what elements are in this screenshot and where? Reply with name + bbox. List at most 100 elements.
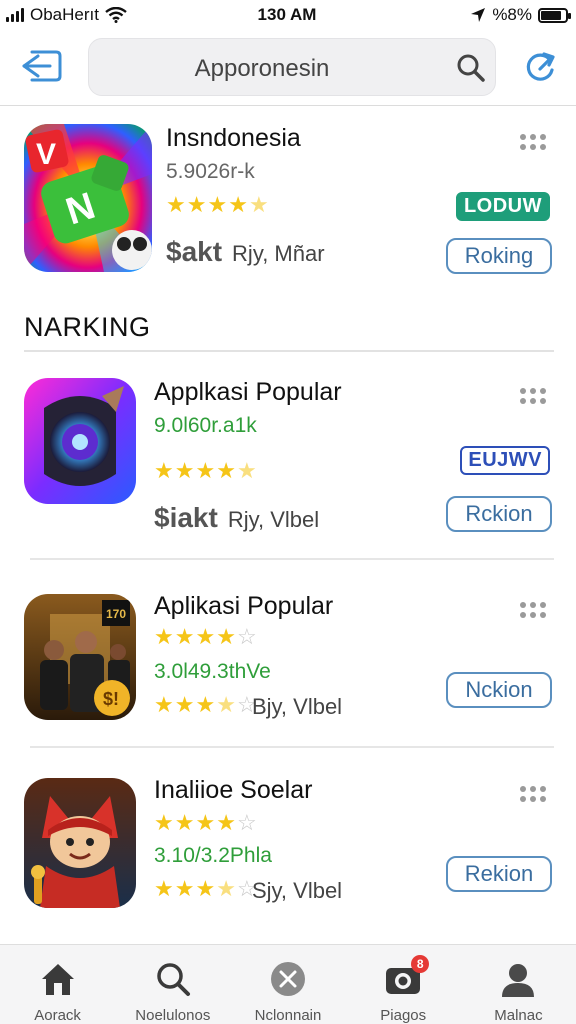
more-options-icon[interactable]	[520, 786, 552, 802]
refresh-icon	[526, 52, 555, 81]
star-icon: ★	[236, 458, 257, 483]
star-icon: ★	[216, 810, 236, 835]
rating-stars: ★ ★ ★ ★ ★	[154, 460, 257, 482]
svg-text:V: V	[36, 138, 56, 171]
signal-icon	[6, 8, 24, 22]
star-icon: ★	[216, 458, 236, 483]
rating-stars-secondary: ★ ★ ★ ★ ☆	[154, 694, 257, 716]
clock: 130 AM	[257, 5, 317, 24]
battery-icon	[538, 7, 571, 23]
wifi-icon	[105, 7, 127, 23]
battery-percent: %8%	[492, 5, 532, 24]
tab-label: Noelulonos	[135, 1007, 211, 1024]
app-meta: $akt Rjy, Mñar	[166, 236, 325, 268]
section-divider	[24, 350, 554, 352]
movie-app-icon: 170 $!	[24, 594, 136, 720]
tab-label: Piagos	[380, 1007, 427, 1024]
back-arrow-icon	[22, 50, 62, 82]
tab-label: Nclonnain	[254, 1007, 322, 1024]
star-icon: ★	[186, 192, 207, 217]
tab-search[interactable]: Noelulonos	[115, 945, 230, 1024]
meta-text: Rjy, Vlbel	[227, 507, 320, 532]
home-icon	[41, 964, 74, 995]
close-circle-icon	[271, 962, 305, 996]
action-button[interactable]: Roking	[446, 238, 552, 274]
app-title: Applkasi Popular	[154, 378, 342, 406]
app-title: Aplikasi Popular	[154, 592, 334, 620]
featured-app-card[interactable]: V N Insndonesia 5.9026r-k ★ ★ ★ ★ ★ $akt Rjy,…	[0, 106, 576, 292]
rating-stars: ★ ★ ★ ★ ☆	[154, 626, 257, 648]
star-icon: ★	[207, 192, 228, 217]
meta-text: Rjy, Mñar	[232, 241, 325, 266]
star-icon: ★	[174, 624, 195, 649]
search-input[interactable]: Apporonesin	[88, 38, 496, 96]
tab-profile[interactable]: Malnac	[461, 945, 576, 1024]
meta-text: Bjy, Vlbel	[252, 694, 343, 719]
star-icon: ★	[216, 692, 236, 717]
app-title: Inaliioe Soelar	[154, 776, 313, 804]
price-label: $iakt	[154, 502, 218, 533]
status-badge: EUJWV	[460, 446, 550, 475]
star-icon: ★	[174, 692, 195, 717]
header: Apporonesin	[0, 30, 576, 106]
star-icon: ★	[195, 810, 216, 835]
star-icon: ★	[195, 624, 216, 649]
svg-text:$!: $!	[103, 689, 119, 709]
star-icon: ★	[166, 192, 186, 217]
person-icon	[502, 964, 535, 997]
app-subtitle: 9.0l60r.a1k	[154, 414, 257, 437]
search-icon	[157, 963, 190, 996]
more-options-icon[interactable]	[520, 602, 552, 618]
status-badge: LODUW	[455, 192, 550, 221]
tab-label: Aorack	[34, 1007, 81, 1024]
carrier-name: ObaHerıt	[30, 5, 99, 24]
app-subtitle: 3.0l49.3thVe	[154, 660, 271, 683]
star-icon: ★	[195, 692, 216, 717]
tab-home[interactable]: Aorack	[0, 945, 115, 1024]
speaker-app-icon	[24, 378, 136, 504]
status-bar: ObaHerıt 130 AM %8%	[0, 0, 576, 30]
star-icon: ★	[174, 458, 195, 483]
status-left: ObaHerıt	[6, 5, 206, 25]
meta-text: Sjy, Vlbel	[252, 878, 343, 903]
list-item[interactable]: 170 $! Aplikasi Popular ★ ★ ★ ★ ☆ 3.0l49.3th…	[0, 560, 576, 748]
tab-bar: Aorack Noelulonos Nclonnain 8 Piagos Mal…	[0, 944, 576, 1024]
action-button[interactable]: Nckion	[446, 672, 552, 708]
app-subtitle: 3.10/3.2Phla	[154, 844, 272, 867]
featured-app-icon: V N	[24, 124, 152, 272]
star-icon: ★	[195, 458, 216, 483]
battery-level	[541, 10, 562, 20]
star-icon: ★	[154, 692, 174, 717]
star-icon: ★	[154, 810, 174, 835]
back-button[interactable]	[18, 46, 64, 86]
search-icon[interactable]	[455, 52, 487, 84]
list-item[interactable]: Applkasi Popular 9.0l60r.a1k ★ ★ ★ ★ ★ $iakt…	[0, 372, 576, 560]
tab-camera[interactable]: 8 Piagos	[346, 945, 461, 1024]
star-icon: ☆	[236, 810, 257, 835]
star-icon: ★	[216, 624, 236, 649]
camera-icon: 8	[383, 955, 430, 999]
star-icon: ★	[174, 876, 195, 901]
status-right: %8%	[368, 5, 571, 25]
refresh-button[interactable]	[520, 48, 560, 88]
notification-badge: 8	[411, 955, 430, 973]
star-icon: ☆	[236, 624, 257, 649]
tab-label: Malnac	[494, 1007, 543, 1024]
rating-stars: ★ ★ ★ ★ ☆	[154, 812, 257, 834]
more-options-icon[interactable]	[520, 134, 552, 150]
star-icon: ★	[154, 624, 174, 649]
hero-game-icon	[24, 778, 136, 908]
tab-close[interactable]: Nclonnain	[230, 945, 345, 1024]
star-icon: ★	[248, 192, 269, 217]
app-meta: $iakt Rjy, Vlbel	[154, 502, 319, 534]
app-subtitle: 5.9026r-k	[166, 160, 255, 183]
list-item[interactable]: Inaliioe Soelar ★ ★ ★ ★ ☆ 3.10/3.2Phla ★ ★ ★ ★ ☆…	[0, 748, 576, 936]
action-button[interactable]: Rekion	[446, 856, 552, 892]
more-options-icon[interactable]	[520, 388, 552, 404]
rating-stars: ★ ★ ★ ★ ★	[166, 194, 269, 216]
price-label: $akt	[166, 236, 223, 267]
star-icon: ★	[154, 876, 174, 901]
star-icon: ★	[216, 876, 236, 901]
action-button[interactable]: Rckion	[446, 496, 552, 532]
svg-text:170: 170	[106, 607, 126, 621]
